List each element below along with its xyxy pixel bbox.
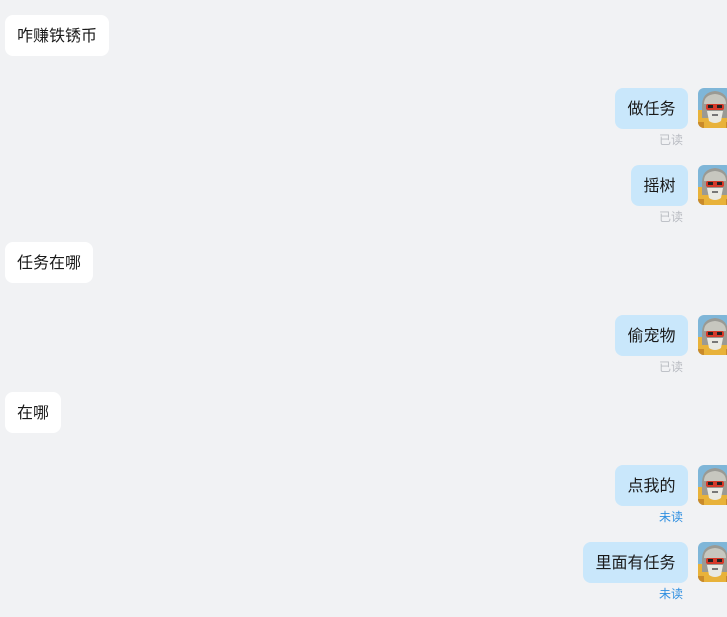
read-status: 已读: [658, 133, 683, 147]
incoming-message[interactable]: 任务在哪: [5, 242, 93, 283]
user-avatar-icon[interactable]: [698, 165, 727, 205]
user-avatar-icon[interactable]: [698, 465, 727, 505]
user-avatar-icon[interactable]: [698, 542, 727, 582]
outgoing-message[interactable]: 点我的: [615, 465, 688, 506]
incoming-message[interactable]: 咋赚铁锈币: [5, 15, 109, 56]
outgoing-message[interactable]: 做任务: [615, 88, 688, 129]
outgoing-message[interactable]: 摇树: [631, 165, 688, 206]
outgoing-message[interactable]: 偷宠物: [615, 315, 688, 356]
read-status: 已读: [658, 360, 683, 374]
read-status: 已读: [658, 210, 683, 224]
user-avatar-icon[interactable]: [698, 88, 727, 128]
unread-status: 未读: [658, 587, 683, 601]
unread-status: 未读: [658, 510, 683, 524]
user-avatar-icon[interactable]: [698, 315, 727, 355]
outgoing-message[interactable]: 里面有任务: [583, 542, 688, 583]
chat-window: 咋赚铁锈币 做任务 已读 摇树 已读 任务在哪 偷宠物 已读 在哪 点我的 未读…: [0, 0, 727, 617]
incoming-message[interactable]: 在哪: [5, 392, 61, 433]
